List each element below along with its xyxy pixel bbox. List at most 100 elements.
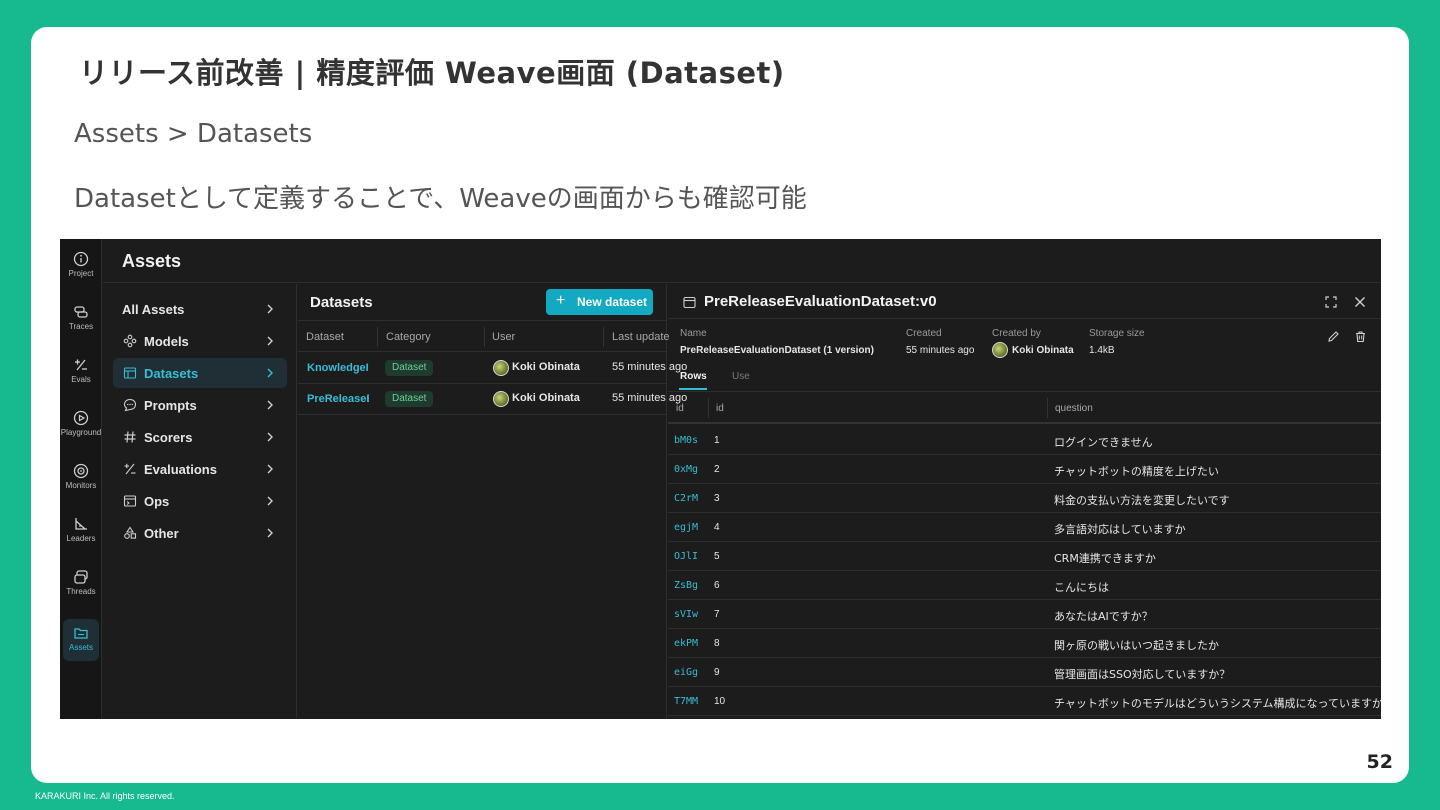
table-row[interactable]: ekPM 8 関ヶ原の戦いはいつ起きましたか xyxy=(668,629,1381,658)
tab-use[interactable]: Use xyxy=(732,371,750,382)
row-question: チャットボットの精度を上げたい xyxy=(1054,465,1219,478)
nav-item-datasets[interactable]: Datasets xyxy=(113,358,287,388)
top-bar: Assets xyxy=(103,239,1381,283)
row-id: 9 xyxy=(714,667,720,678)
column-header[interactable]: id xyxy=(676,403,684,414)
table-row[interactable]: sVIw 7 あなたはAIですか？ xyxy=(668,600,1381,629)
column-divider[interactable] xyxy=(708,398,709,418)
nav-item-prompts[interactable]: Prompts xyxy=(113,390,287,420)
row-id: 3 xyxy=(714,493,720,504)
row-question: チャットボットのモデルはどういうシステム構成になっていますか xyxy=(1054,697,1381,710)
weave-screenshot: Project Traces Evals Playground Monitors… xyxy=(60,239,1381,719)
dataset-name-link[interactable]: PreReleaseEvaluationDataset xyxy=(307,393,369,405)
column-divider[interactable] xyxy=(603,327,604,347)
dataset-name-link[interactable]: KnowledgeItemsDataset xyxy=(307,362,369,374)
row-question: 料金の支払い方法を変更したいです xyxy=(1054,494,1230,507)
meta-created-label: Created xyxy=(906,328,942,339)
row-digest-link[interactable]: bM0s xyxy=(674,435,698,446)
table-row[interactable]: KnowledgeItemsDataset Dataset Koki Obina… xyxy=(298,353,687,384)
table-row[interactable]: ZsBg 6 こんにちは xyxy=(668,571,1381,600)
rail-label: Monitors xyxy=(65,481,97,490)
rail-item-monitors[interactable]: Monitors xyxy=(60,457,102,505)
rail-item-playground[interactable]: Playground xyxy=(60,404,102,452)
rail-label: Leaders xyxy=(66,534,96,543)
row-id: 5 xyxy=(714,551,720,562)
row-digest-link[interactable]: C2rM xyxy=(674,493,698,504)
nav-item-models[interactable]: Models xyxy=(113,326,287,356)
column-header[interactable]: Last update xyxy=(612,331,670,343)
column-header[interactable]: question xyxy=(1055,403,1093,414)
column-divider[interactable] xyxy=(484,327,485,347)
row-digest-link[interactable]: ekPM xyxy=(674,638,698,649)
table-row[interactable]: T7MM 10 チャットボットのモデルはどういうシステム構成になっていますか xyxy=(668,687,1381,716)
column-header[interactable]: User xyxy=(492,331,515,343)
fullscreen-icon[interactable] xyxy=(1324,295,1338,309)
rail-label: Playground xyxy=(60,428,102,437)
nav-label: Other xyxy=(144,526,179,541)
rail-item-traces[interactable]: Traces xyxy=(60,298,102,346)
nav-item-all-assets[interactable]: All Assets xyxy=(113,294,287,324)
table-row[interactable]: OJlI 5 CRM連携できますか xyxy=(668,542,1381,571)
table-row[interactable]: 0xMg 2 チャットボットの精度を上げたい xyxy=(668,455,1381,484)
rail-item-leaders[interactable]: Leaders xyxy=(60,510,102,558)
slide-description: Datasetとして定義することで、Weaveの画面からも確認可能 xyxy=(74,184,807,214)
rail-label: Project xyxy=(68,269,94,278)
row-digest-link[interactable]: sVIw xyxy=(674,609,698,620)
chevron-right-icon xyxy=(267,368,273,378)
table-row[interactable]: bM0s 1 ログインできません xyxy=(668,426,1381,455)
row-id: 4 xyxy=(714,522,720,533)
close-icon[interactable] xyxy=(1353,295,1367,309)
folder-icon xyxy=(74,628,88,639)
rail-label: Threads xyxy=(66,587,96,596)
row-id: 8 xyxy=(714,638,720,649)
nav-item-evaluations[interactable]: Evaluations xyxy=(113,454,287,484)
row-digest-link[interactable]: egjM xyxy=(674,522,698,533)
nav-label: Ops xyxy=(144,494,170,509)
nav-item-scorers[interactable]: Scorers xyxy=(113,422,287,452)
datasets-table-header: Dataset Category User Last update xyxy=(298,320,670,352)
row-digest-link[interactable]: 0xMg xyxy=(674,464,698,475)
meta-size-label: Storage size xyxy=(1089,328,1145,339)
tab-rows[interactable]: Rows xyxy=(680,371,707,382)
user-name: Koki Obinata xyxy=(512,361,580,373)
column-header[interactable]: Category xyxy=(386,331,431,343)
nav-item-ops[interactable]: Ops xyxy=(113,486,287,516)
chevron-right-icon xyxy=(267,496,273,506)
leaderboard-icon xyxy=(75,518,87,530)
column-header[interactable]: Dataset xyxy=(306,331,344,343)
column-divider[interactable] xyxy=(377,327,378,347)
nav-item-other[interactable]: Other xyxy=(113,518,287,548)
rows-table-header: id id question xyxy=(668,391,1381,424)
info-icon xyxy=(73,251,89,267)
table-row[interactable]: eiGg 9 管理画面はSSO対応していますか？ xyxy=(668,658,1381,687)
new-dataset-button[interactable]: + New dataset xyxy=(546,289,653,315)
avatar xyxy=(493,360,509,376)
row-digest-link[interactable]: OJlI xyxy=(674,551,698,562)
avatar xyxy=(992,342,1008,358)
rail-item-evals[interactable]: Evals xyxy=(60,351,102,399)
user-name: Koki Obinata xyxy=(512,392,580,404)
table-row[interactable]: egjM 4 多言語対応はしていますか xyxy=(668,513,1381,542)
nav-label: All Assets xyxy=(122,302,185,317)
column-divider[interactable] xyxy=(1047,398,1048,418)
rail-item-threads[interactable]: Threads xyxy=(60,563,102,611)
row-digest-link[interactable]: ZsBg xyxy=(674,580,698,591)
table-row[interactable]: PreReleaseEvaluationDataset Dataset Koki… xyxy=(298,384,687,415)
column-header[interactable]: id xyxy=(716,403,724,414)
meta-name-value: PreReleaseEvaluationDataset (1 version) xyxy=(680,345,874,356)
shapes-icon xyxy=(124,526,137,539)
row-id: 1 xyxy=(714,435,720,446)
rail-label: Traces xyxy=(68,322,94,331)
rail-item-assets[interactable]: Assets xyxy=(63,619,99,661)
row-digest-link[interactable]: eiGg xyxy=(674,667,698,678)
category-badge: Dataset xyxy=(385,391,434,407)
trash-icon[interactable] xyxy=(1354,330,1367,343)
plus-minus-icon xyxy=(75,359,87,371)
detail-title: PreReleaseEvaluationDataset:v0 xyxy=(704,293,937,310)
chat-icon xyxy=(123,398,137,412)
edit-icon[interactable] xyxy=(1327,330,1340,343)
row-question: 関ヶ原の戦いはいつ起きましたか xyxy=(1054,639,1219,652)
rail-item-project[interactable]: Project xyxy=(60,245,102,293)
table-row[interactable]: C2rM 3 料金の支払い方法を変更したいです xyxy=(668,484,1381,513)
row-digest-link[interactable]: T7MM xyxy=(674,696,698,707)
